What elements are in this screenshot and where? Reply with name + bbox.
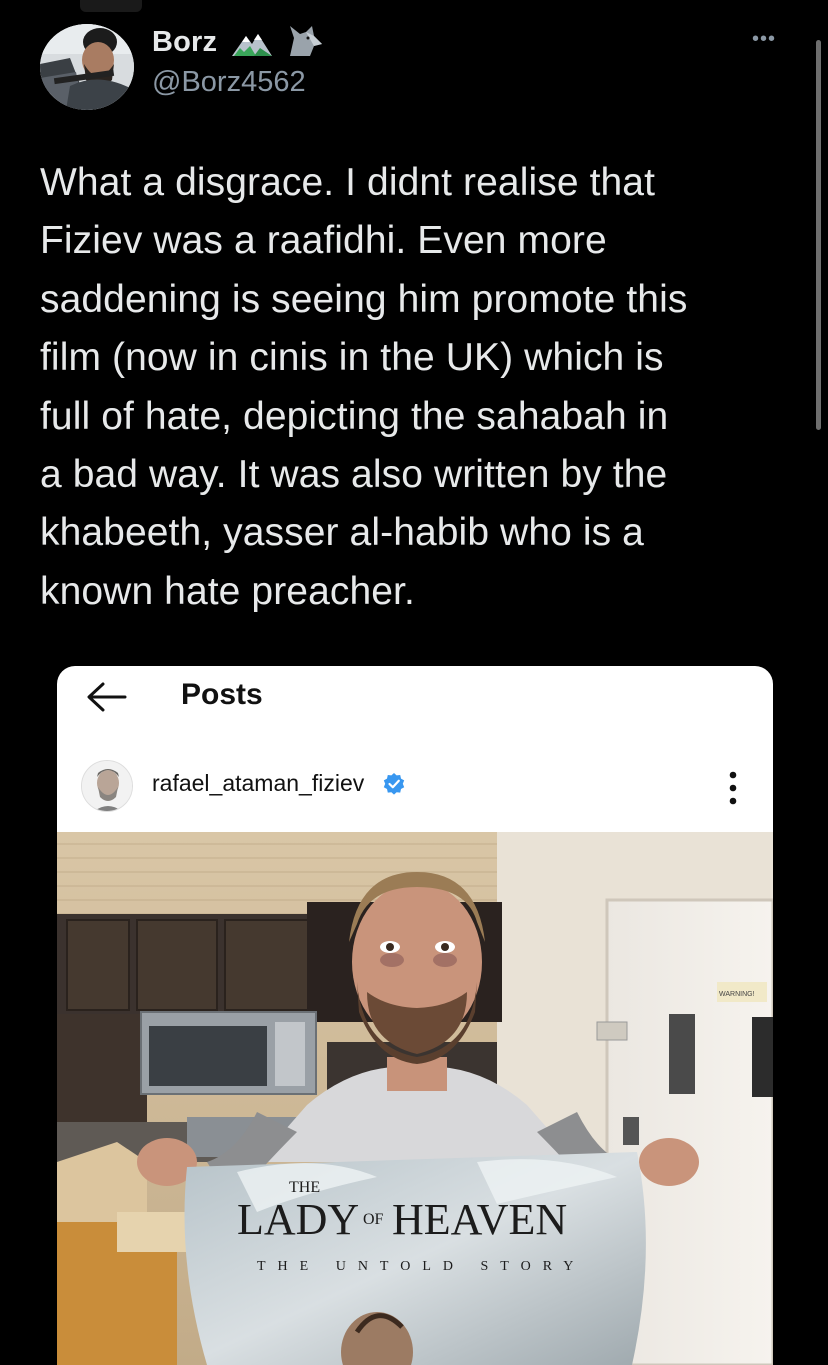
tweet-text: What a disgrace. I didnt realise that Fi… — [40, 161, 688, 613]
instagram-header: Posts — [57, 666, 773, 728]
poster-title-right: HEAVEN — [392, 1195, 567, 1244]
warning-sign: WARNING! — [719, 991, 755, 998]
avatar[interactable] — [40, 24, 134, 110]
scrollbar[interactable] — [816, 40, 821, 430]
more-options-icon[interactable]: ••• — [752, 28, 776, 51]
author-username[interactable]: rafael_ataman_fiziev — [152, 770, 364, 797]
author-avatar[interactable] — [81, 760, 133, 812]
page-title: Posts — [181, 678, 263, 711]
back-arrow-icon[interactable] — [85, 680, 129, 719]
poster-small-word: THE — [289, 1179, 320, 1196]
poster-title-left: LADY — [237, 1195, 359, 1244]
embedded-screenshot[interactable]: Posts rafael_ataman_fiziev WARNING! THE … — [57, 666, 773, 1365]
verified-badge-icon — [382, 772, 406, 801]
status-pill — [80, 0, 142, 12]
kebab-menu-icon[interactable] — [727, 770, 739, 811]
post-author-row: rafael_ataman_fiziev — [57, 754, 773, 824]
display-name[interactable]: Borz — [152, 26, 217, 59]
wolf-badge-icon — [284, 24, 324, 63]
status-strip — [0, 0, 828, 22]
user-handle[interactable]: @Borz4562 — [152, 66, 306, 99]
poster-title-mid: OF — [363, 1211, 384, 1228]
mountain-badge-icon — [230, 30, 274, 63]
post-photo[interactable]: WARNING! THE LADY OF HEAVEN THE UNTOLD S… — [57, 832, 773, 1365]
poster-tagline: THE UNTOLD STORY — [257, 1259, 585, 1274]
tweet-header: Borz @Borz4562 ••• — [40, 22, 800, 112]
